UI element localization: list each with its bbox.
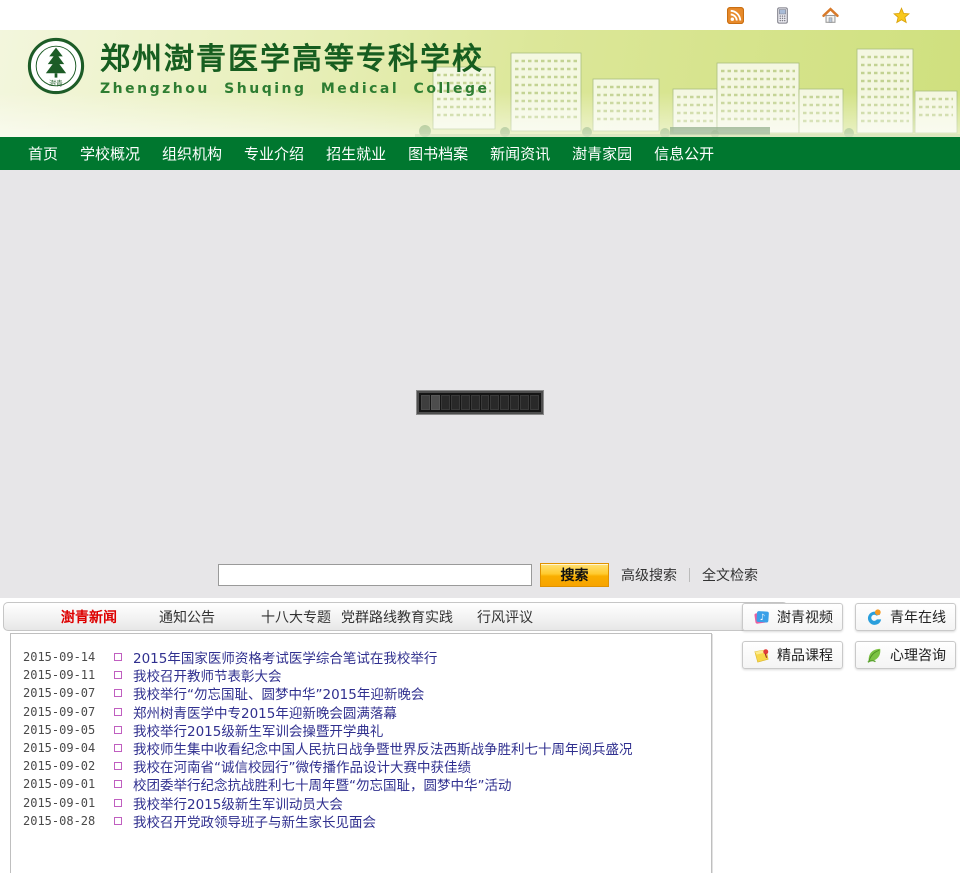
- bullet-square-icon: [114, 780, 122, 789]
- divider: [689, 568, 690, 582]
- bullet-square-icon: [114, 707, 122, 716]
- bullet-square-icon: [114, 725, 122, 734]
- nav-item[interactable]: 澍青家园: [572, 143, 632, 164]
- quicklink-label: 精品课程: [777, 648, 833, 664]
- news-row: 2015-09-07 郑州树青医学中专2015年迎新晚会圆满落幕: [11, 702, 711, 722]
- nav-item[interactable]: 组织机构: [162, 143, 222, 164]
- news-link[interactable]: 校团委举行纪念抗战胜利七十周年暨“勿忘国耻，圆梦中华”活动: [133, 774, 512, 794]
- home-icon[interactable]: [822, 7, 839, 24]
- site-subtitle: Zhengzhou Shuqing Medical College: [100, 81, 490, 97]
- nav-item[interactable]: 图书档案: [408, 143, 468, 164]
- college-logo: 澍青: [27, 37, 85, 95]
- site-title: 郑州澍青医学高等专科学校: [100, 42, 484, 77]
- nav-item[interactable]: 信息公开: [654, 143, 714, 164]
- news-link[interactable]: 2015年国家医师资格考试医学综合笔试在我校举行: [133, 647, 437, 667]
- quicklink-label: 心理咨询: [890, 648, 946, 664]
- quicklink-youth-online[interactable]: 青年在线: [855, 603, 956, 631]
- news-tab[interactable]: 党群路线教育实践: [341, 607, 453, 627]
- fulltext-search-link[interactable]: 全文检索: [702, 565, 758, 585]
- news-row: 2015-09-14 2015年国家医师资格考试医学综合笔试在我校举行: [11, 647, 711, 667]
- news-tab[interactable]: 澍青新闻: [61, 607, 117, 627]
- mobile-icon[interactable]: [774, 7, 791, 24]
- quicklink-label: 澍青视频: [777, 610, 833, 626]
- news-row: 2015-09-11 我校召开教师节表彰大会: [11, 665, 711, 685]
- campus-buildings-image: [415, 48, 960, 137]
- nav-item[interactable]: 新闻资讯: [490, 143, 550, 164]
- flash-loading-bar: [417, 391, 543, 414]
- favorite-star-icon[interactable]: [893, 7, 910, 24]
- news-row: 2015-09-07 我校举行“勿忘国耻、圆梦中华”2015年迎新晚会: [11, 683, 711, 703]
- news-tab[interactable]: 行风评议: [477, 607, 533, 627]
- news-date: 2015-09-01: [23, 777, 96, 792]
- search-bar: 搜索 高级搜索 全文检索: [218, 563, 758, 587]
- premium-courses-icon: [754, 648, 769, 662]
- page: 澍青 郑州澍青医学高等专科学校 Zhengzhou Shuqing Medica…: [0, 0, 960, 873]
- svg-text:♪: ♪: [760, 612, 765, 622]
- bullet-square-icon: [114, 816, 122, 825]
- news-date: 2015-09-04: [23, 741, 96, 756]
- news-date: 2015-09-11: [23, 668, 96, 683]
- news-row: 2015-08-28 我校召开党政领导班子与新生家长见面会: [11, 811, 711, 831]
- news-link[interactable]: 我校举行2015级新生军训动员大会: [133, 793, 343, 813]
- news-link[interactable]: 我校师生集中收看纪念中国人民抗日战争暨世界反法西斯战争胜利七十周年阅兵盛况: [133, 738, 633, 758]
- news-date: 2015-09-14: [23, 650, 96, 665]
- quicklink-label: 青年在线: [890, 610, 946, 626]
- nav-item[interactable]: 首页: [28, 143, 58, 164]
- advanced-search-link[interactable]: 高级搜索: [621, 565, 677, 585]
- news-list: 2015-09-14 2015年国家医师资格考试医学综合笔试在我校举行 2015-0…: [10, 633, 712, 873]
- news-tab[interactable]: 通知公告: [159, 607, 215, 627]
- news-date: 2015-09-07: [23, 686, 96, 701]
- news-date: 2015-09-01: [23, 795, 96, 810]
- news-tab[interactable]: 十八大专题: [261, 607, 331, 627]
- bullet-square-icon: [114, 798, 122, 807]
- bullet-square-icon: [114, 653, 122, 662]
- site-header: 澍青 郑州澍青医学高等专科学校 Zhengzhou Shuqing Medica…: [0, 30, 960, 137]
- news-row: 2015-09-04 我校师生集中收看纪念中国人民抗日战争暨世界反法西斯战争胜利七…: [11, 738, 711, 758]
- video-icon: ♪: [754, 610, 769, 624]
- news-row: 2015-09-02 我校在河南省“诚信校园行”微传播作品设计大赛中获佳绩: [11, 756, 711, 776]
- news-row: 2015-09-01 我校举行2015级新生军训动员大会: [11, 793, 711, 813]
- bullet-square-icon: [114, 671, 122, 680]
- nav-item[interactable]: 专业介绍: [244, 143, 304, 164]
- news-link[interactable]: 我校举行2015级新生军训会操暨开学典礼: [133, 720, 383, 740]
- news-row: 2015-09-05 我校举行2015级新生军训会操暨开学典礼: [11, 720, 711, 740]
- bullet-square-icon: [114, 689, 122, 698]
- news-link[interactable]: 我校举行“勿忘国耻、圆梦中华”2015年迎新晚会: [133, 683, 424, 703]
- flash-content-area: [0, 170, 960, 598]
- news-date: 2015-08-28: [23, 813, 96, 828]
- news-row: 2015-09-01 校团委举行纪念抗战胜利七十周年暨“勿忘国耻，圆梦中华”活动: [11, 774, 711, 794]
- news-date: 2015-09-07: [23, 704, 96, 719]
- psychological-counseling-icon: [867, 648, 881, 663]
- news-link[interactable]: 我校在河南省“诚信校园行”微传播作品设计大赛中获佳绩: [133, 756, 471, 776]
- quicklink-premium-courses[interactable]: 精品课程: [742, 641, 843, 669]
- site-titles: 郑州澍青医学高等专科学校 Zhengzhou Shuqing Medical C…: [100, 42, 490, 98]
- main-nav: 首页 学校概况 组织机构 专业介绍 招生就业 图书档案 新闻资讯 澍青家园 信息公开: [0, 137, 960, 170]
- topbar: [0, 0, 960, 32]
- quicklink-psych-counseling[interactable]: 心理咨询: [855, 641, 956, 669]
- news-date: 2015-09-05: [23, 722, 96, 737]
- news-tabbar: 澍青新闻 通知公告 十八大专题 党群路线教育实践 行风评议: [3, 602, 788, 631]
- bullet-square-icon: [114, 744, 122, 753]
- news-date: 2015-09-02: [23, 759, 96, 774]
- search-input[interactable]: [218, 564, 532, 586]
- rss-icon[interactable]: [727, 7, 744, 24]
- svg-text:澍青: 澍青: [49, 78, 63, 87]
- youth-online-icon: [867, 608, 882, 625]
- bullet-square-icon: [114, 762, 122, 771]
- news-link[interactable]: 郑州树青医学中专2015年迎新晚会圆满落幕: [133, 702, 397, 722]
- nav-item[interactable]: 招生就业: [326, 143, 386, 164]
- news-link[interactable]: 我校召开党政领导班子与新生家长见面会: [133, 811, 376, 831]
- news-link[interactable]: 我校召开教师节表彰大会: [133, 665, 282, 685]
- nav-item[interactable]: 学校概况: [80, 143, 140, 164]
- search-button[interactable]: 搜索: [540, 563, 609, 587]
- quicklink-video[interactable]: ♪ 澍青视频: [742, 603, 843, 631]
